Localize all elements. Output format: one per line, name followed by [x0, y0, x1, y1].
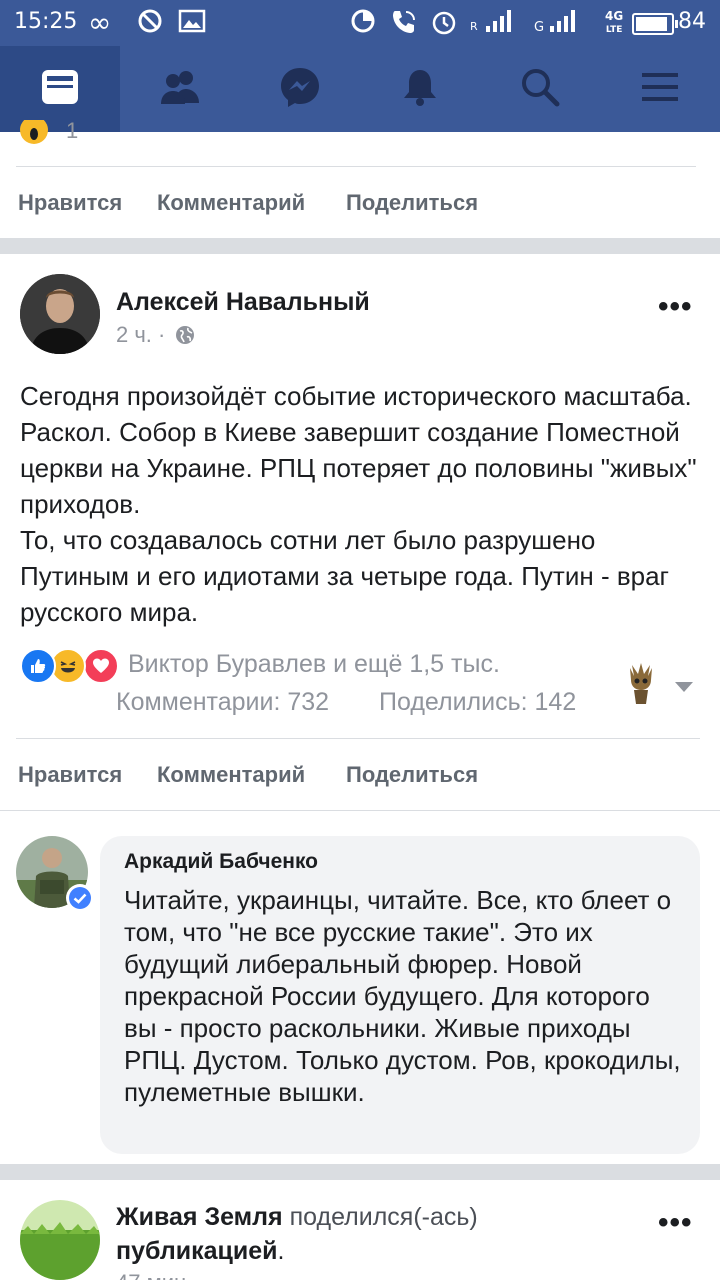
- like-reaction-icon: [20, 648, 56, 684]
- comment-button[interactable]: Комментарий: [157, 762, 305, 788]
- verified-badge-icon: [66, 884, 94, 912]
- share-button[interactable]: Поделиться: [346, 190, 478, 216]
- do-not-disturb-icon: [137, 8, 163, 40]
- like-button[interactable]: Нравится: [18, 762, 122, 788]
- friends-icon: [159, 69, 201, 110]
- page-name[interactable]: Живая Земля: [116, 1203, 283, 1231]
- page-avatar[interactable]: [20, 1200, 100, 1280]
- messenger-icon: [279, 66, 321, 113]
- comments-count[interactable]: Комментарии: 732: [116, 688, 329, 717]
- divider: [16, 738, 700, 739]
- chevron-down-icon[interactable]: [674, 680, 694, 698]
- shares-count[interactable]: Поделились: 142: [379, 688, 576, 717]
- like-button[interactable]: Нравится: [18, 190, 122, 216]
- divider: [0, 810, 720, 811]
- lte-label: 4G LTE: [605, 9, 624, 35]
- divider: [16, 166, 696, 167]
- top-navigation-bar: [0, 46, 720, 132]
- post-options-button[interactable]: •••: [658, 290, 693, 324]
- comment-bubble[interactable]: Аркадий Бабченко Читайте, украинцы, чита…: [100, 836, 700, 1154]
- network-type-label: G: [534, 20, 545, 35]
- battery-percent: 84: [678, 9, 706, 34]
- author-avatar[interactable]: [20, 274, 100, 354]
- love-reaction-icon: [83, 648, 119, 684]
- tab-notifications[interactable]: [360, 46, 480, 132]
- post-time[interactable]: 2 ч. ·: [116, 322, 165, 348]
- tab-messenger[interactable]: [240, 46, 360, 132]
- comment-text: Читайте, украинцы, читайте. Все, кто бле…: [124, 885, 681, 1107]
- feed-separator: [0, 1164, 720, 1180]
- share-button[interactable]: Поделиться: [346, 762, 478, 788]
- comment-author[interactable]: Аркадий Бабченко: [124, 850, 318, 874]
- comment-button[interactable]: Комментарий: [157, 190, 305, 216]
- network-type-label: R: [470, 20, 478, 33]
- post-author-name[interactable]: Алексей Навальный: [116, 288, 370, 317]
- reactions-text: Виктор Буравлев и ещё 1,5 тыс.: [128, 650, 500, 678]
- infinity-icon: ∞: [88, 6, 112, 39]
- signal-icon: [484, 8, 514, 40]
- tab-menu[interactable]: [600, 46, 720, 132]
- reaction-count: 1: [66, 118, 79, 142]
- share-headline: Живая Земля поделился(-ась) публикацией.: [116, 1203, 478, 1265]
- post-text: Сегодня произойдёт событие исторического…: [20, 381, 697, 627]
- data-saver-icon: [350, 8, 376, 40]
- status-time: 15:25: [14, 9, 78, 34]
- gallery-icon: [178, 8, 206, 40]
- wow-reaction-icon: [18, 120, 50, 148]
- feed-separator: [0, 238, 720, 254]
- wifi-call-icon: [390, 8, 418, 42]
- status-bar: 15:25 ∞ R G 4G LTE 84: [0, 0, 720, 46]
- globe-icon: [175, 325, 195, 350]
- menu-icon: [641, 71, 679, 108]
- post-options-button[interactable]: •••: [658, 1206, 693, 1240]
- tab-search[interactable]: [480, 46, 600, 132]
- post-time[interactable]: 47 мин.: [116, 1270, 192, 1280]
- tab-friends[interactable]: [120, 46, 240, 132]
- alarm-icon: [430, 8, 458, 42]
- search-icon: [520, 67, 560, 112]
- notifications-icon: [401, 67, 439, 112]
- battery-icon: [632, 13, 678, 35]
- news-feed-icon: [40, 68, 80, 111]
- groot-icon: [624, 662, 658, 711]
- shared-post-link[interactable]: публикацией: [116, 1237, 278, 1265]
- signal-icon: [548, 8, 578, 40]
